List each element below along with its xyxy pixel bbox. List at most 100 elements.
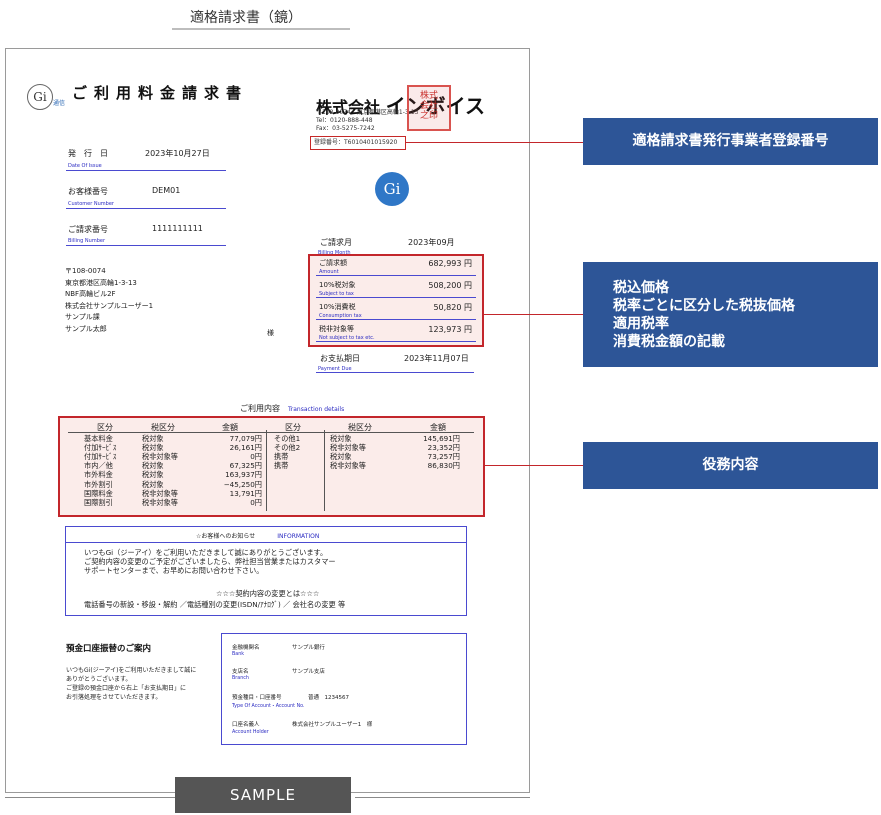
issue-date-value: 2023年10月27日 [145,149,210,158]
billing-number-underline [66,245,226,246]
registration-callout: 適格請求書発行事業者登録番号 [583,118,878,165]
tax-leader-line [484,314,583,315]
customer-number-value: DEM01 [152,186,181,195]
services-callout: 役務内容 [583,442,878,489]
column-header: 税区分 [151,423,175,432]
bank-label: 支店名 [232,669,249,675]
table-cell: 携帯 [274,461,289,471]
issue-date-label: 発 行 日 [68,149,108,158]
address-line: サンプル課 [65,313,100,321]
gi-logo-icon: Gi [27,84,53,110]
company-fax: Fax：03-5275-7242 [316,125,375,132]
sample-label: SAMPLE [175,777,351,813]
summary-row: 10%税対象 508,200 円 Subject to tax [310,278,482,301]
table-row: 基本料金 税対象 77,079円 [84,434,284,443]
column-header: 区分 [285,423,301,432]
bank-label: 口座名義人 [232,722,260,728]
transaction-details-table: 区分 税区分 金額 区分 税区分 金額 基本料金 税対象 77,079円 付加ｻｰﾋﾞ… [58,416,485,517]
address-line: 株式会社サンプルユーザー1 [65,301,154,310]
bank-sub: Type Of Account・Account No. [232,704,305,709]
notice-subhead: ☆☆☆契約内容の変更とは☆☆☆ [216,589,320,598]
billing-month-value: 2023年09月 [408,238,455,247]
billing-number-label: ご請求番号 [68,225,108,234]
column-header: 金額 [430,423,446,432]
tax-callout-line: 適用税率 [613,316,669,332]
issue-date-underline [66,170,226,171]
table-cell: 税非対象等 [142,497,178,507]
sample-rule-left [5,797,175,798]
bank-label: 預金種目・口座番号 [232,695,282,701]
summary-value: 123,973 円 [428,325,472,334]
column-header: 区分 [97,423,113,432]
notice-items: 電話番号の新設・移設・解約 ／電話種別の変更(ISDN/ｱﾅﾛｸﾞ) ／ 会社名… [84,600,346,609]
summary-label: 10%税対象 [319,281,356,289]
bank-value: 普通 1234567 [308,695,349,701]
table-row: 国際料金 税非対象等 13,791円 [84,489,284,498]
table-cell: 86,830円 [427,461,460,471]
table-row: 付加ｻｰﾋﾞｽ 税非対象等 0円 [84,452,284,461]
payment-due-label: お支払期日 [320,354,360,363]
notice-title: ☆お客様へのお知らせ INFORMATION [196,531,319,540]
bank-transfer-note: いつもGi(ジーアイ)をご利用いただきまして誠に ありがとうございます。 ご登録… [66,667,197,701]
summary-underline [316,319,476,320]
invoice-title: ご利用料金請求書 [72,84,249,102]
table-row: 携帯 税対象 73,257円 [274,452,474,461]
bank-sub: Bank [232,652,245,657]
notice-title-en: INFORMATION [277,533,320,540]
company-address: 〒108-0074 東京都港区高輪1-3-13 [316,109,419,116]
summary-row: 10%消費税 50,820 円 Consumption tax [310,300,482,323]
bank-transfer-title: 預金口座振替のご案内 [66,644,152,654]
table-row: 携帯 税非対象等 86,830円 [274,461,474,470]
table-cell: 0円 [250,497,262,507]
bank-sub: Account Holder [232,730,269,735]
bank-value: 株式会社サンプルユーザー1 様 [292,722,373,728]
registration-leader-line [406,142,583,143]
summary-value: 50,820 円 [433,303,472,312]
billing-number-sub: Billing Number [68,238,106,244]
summary-label: 10%消費税 [319,303,356,311]
payment-due-underline [316,372,474,373]
address-line: 〒108-0074 [65,267,106,275]
table-row: 市外料金 税対象 163,937円 [84,470,284,479]
bank-value: サンプル銀行 [292,645,325,651]
billing-number-value: 1111111111 [152,224,203,233]
summary-underline [316,297,476,298]
company-tel: Tel：0120-888-448 [316,117,373,124]
figure-caption: 適格請求書（鏡） [190,10,302,26]
tax-callout-line: 消費税金額の記載 [613,334,725,350]
notice-rule [66,542,466,543]
details-heading-en: Transaction details [288,406,345,413]
customer-notice-box: ☆お客様へのお知らせ INFORMATION いつもGi（ジーアイ）をご利用いただ… [65,526,467,616]
gi-brand-icon: Gi [375,172,409,206]
issue-date-sub: Date Of Issue [68,163,102,169]
table-row: 国際割引 税非対象等 0円 [84,498,284,507]
column-header: 金額 [222,423,238,432]
transaction-details-heading: ご利用内容 Transaction details [240,403,344,414]
honorific: 様 [267,329,274,337]
table-row: 市内／他 税対象 67,325円 [84,461,284,470]
table-row: 市外割引 税対象 −45,250円 [84,480,284,489]
company-seal-stamp: 株式 会社 之印 [407,85,451,131]
logo-subtext: 通信 [53,100,66,107]
recipient-address: 〒108-0074 東京都港区高輪1-3-13 NBF高輪ビル2F 株式会社サン… [65,266,153,335]
bank-account-box: 金融機関名 サンプル銀行 Bank 支店名 サンプル支店 Branch 預金種目… [221,633,467,745]
address-line: NBF高輪ビル2F [65,290,116,298]
address-line: サンプル太郎 [65,324,107,333]
amount-summary-box: ご請求額 682,993 円 Amount 10%税対象 508,200 円 S… [308,254,484,347]
table-cell: 国際割引 [84,497,113,507]
sample-rule-right [355,797,530,798]
registration-number: 登録番号：T6010401015920 [310,136,406,150]
address-line: 東京都港区高輪1-3-13 [65,278,137,287]
payment-due-value: 2023年11月07日 [404,354,469,363]
table-row: その他2 税非対象等 23,352円 [274,443,474,452]
summary-label: ご請求額 [319,259,347,267]
customer-number-underline [66,208,226,209]
summary-underline [316,275,476,276]
tax-callout-line: 税率ごとに区分した税抜価格 [613,298,795,314]
table-cell: 税非対象等 [330,461,366,471]
summary-row: ご請求額 682,993 円 Amount [310,256,482,279]
bank-label: 金融機関名 [232,645,260,651]
bank-value: サンプル支店 [292,669,325,675]
notice-title-jp: ☆お客様へのお知らせ [196,533,256,540]
tax-callout: 税込価格 税率ごとに区分した税抜価格 適用税率 消費税金額の記載 [583,262,878,367]
